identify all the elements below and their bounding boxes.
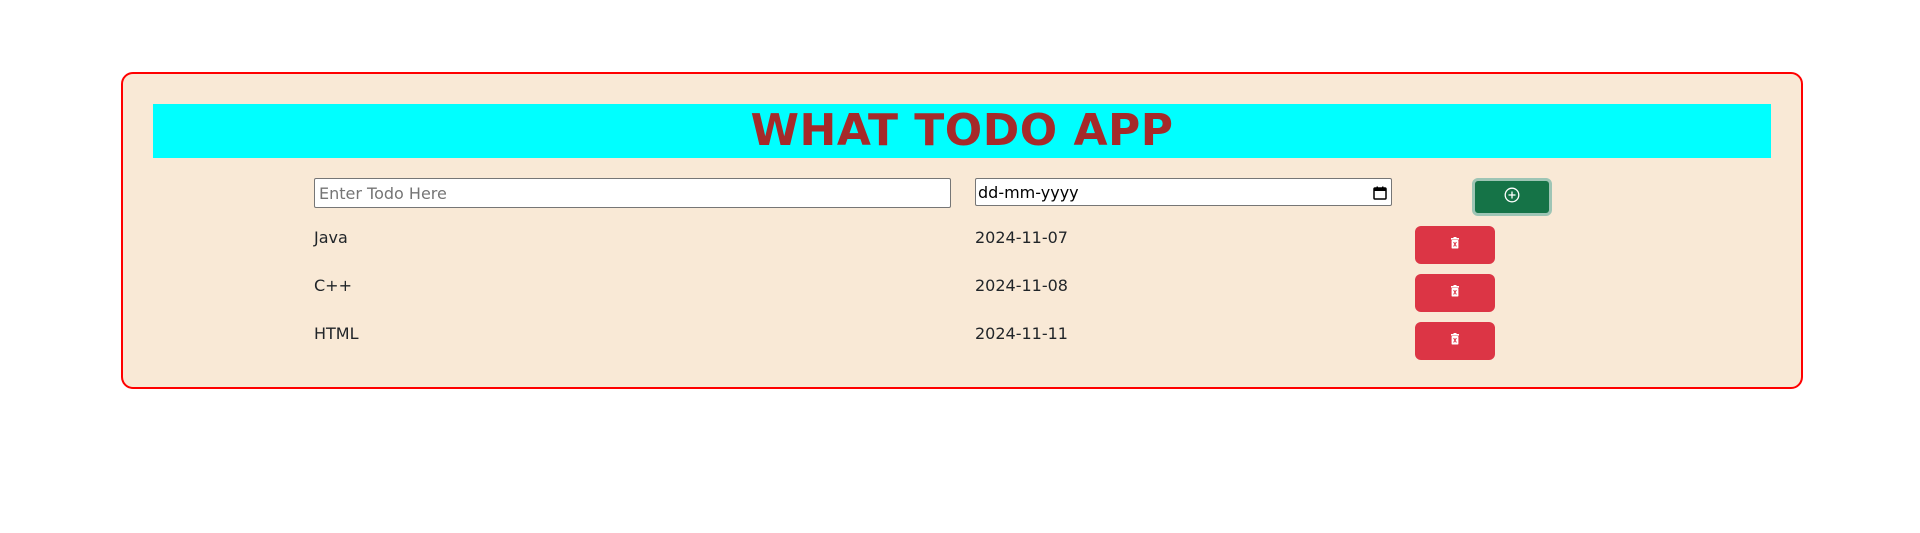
- date-input-value: dd-mm-yyyy: [978, 182, 1079, 202]
- todo-item-name: Java: [314, 228, 348, 247]
- todo-item-date: 2024-11-11: [975, 324, 1068, 343]
- todo-item-date: 2024-11-08: [975, 276, 1068, 295]
- todo-app-container: WHAT TODO APP dd-mm-yyyy Java 2024-11-07: [121, 72, 1803, 389]
- calendar-icon[interactable]: [1373, 185, 1387, 200]
- app-header: WHAT TODO APP: [153, 104, 1771, 158]
- delete-todo-button[interactable]: [1415, 322, 1495, 360]
- add-todo-button[interactable]: [1472, 178, 1552, 216]
- todo-item: C++ 2024-11-08: [314, 274, 1614, 312]
- todo-item: Java 2024-11-07: [314, 226, 1614, 264]
- delete-todo-button[interactable]: [1415, 274, 1495, 312]
- plus-circle-icon: [1504, 187, 1520, 208]
- trash-icon: [1450, 284, 1460, 302]
- todo-date-input[interactable]: dd-mm-yyyy: [975, 178, 1392, 206]
- todo-item-name: C++: [314, 276, 352, 295]
- todo-item-date: 2024-11-07: [975, 228, 1068, 247]
- trash-icon: [1450, 236, 1460, 254]
- app-title: WHAT TODO APP: [750, 105, 1174, 156]
- delete-todo-button[interactable]: [1415, 226, 1495, 264]
- todo-item: HTML 2024-11-11: [314, 322, 1614, 360]
- trash-icon: [1450, 332, 1460, 350]
- todo-item-name: HTML: [314, 324, 359, 343]
- todo-name-input[interactable]: [314, 178, 951, 208]
